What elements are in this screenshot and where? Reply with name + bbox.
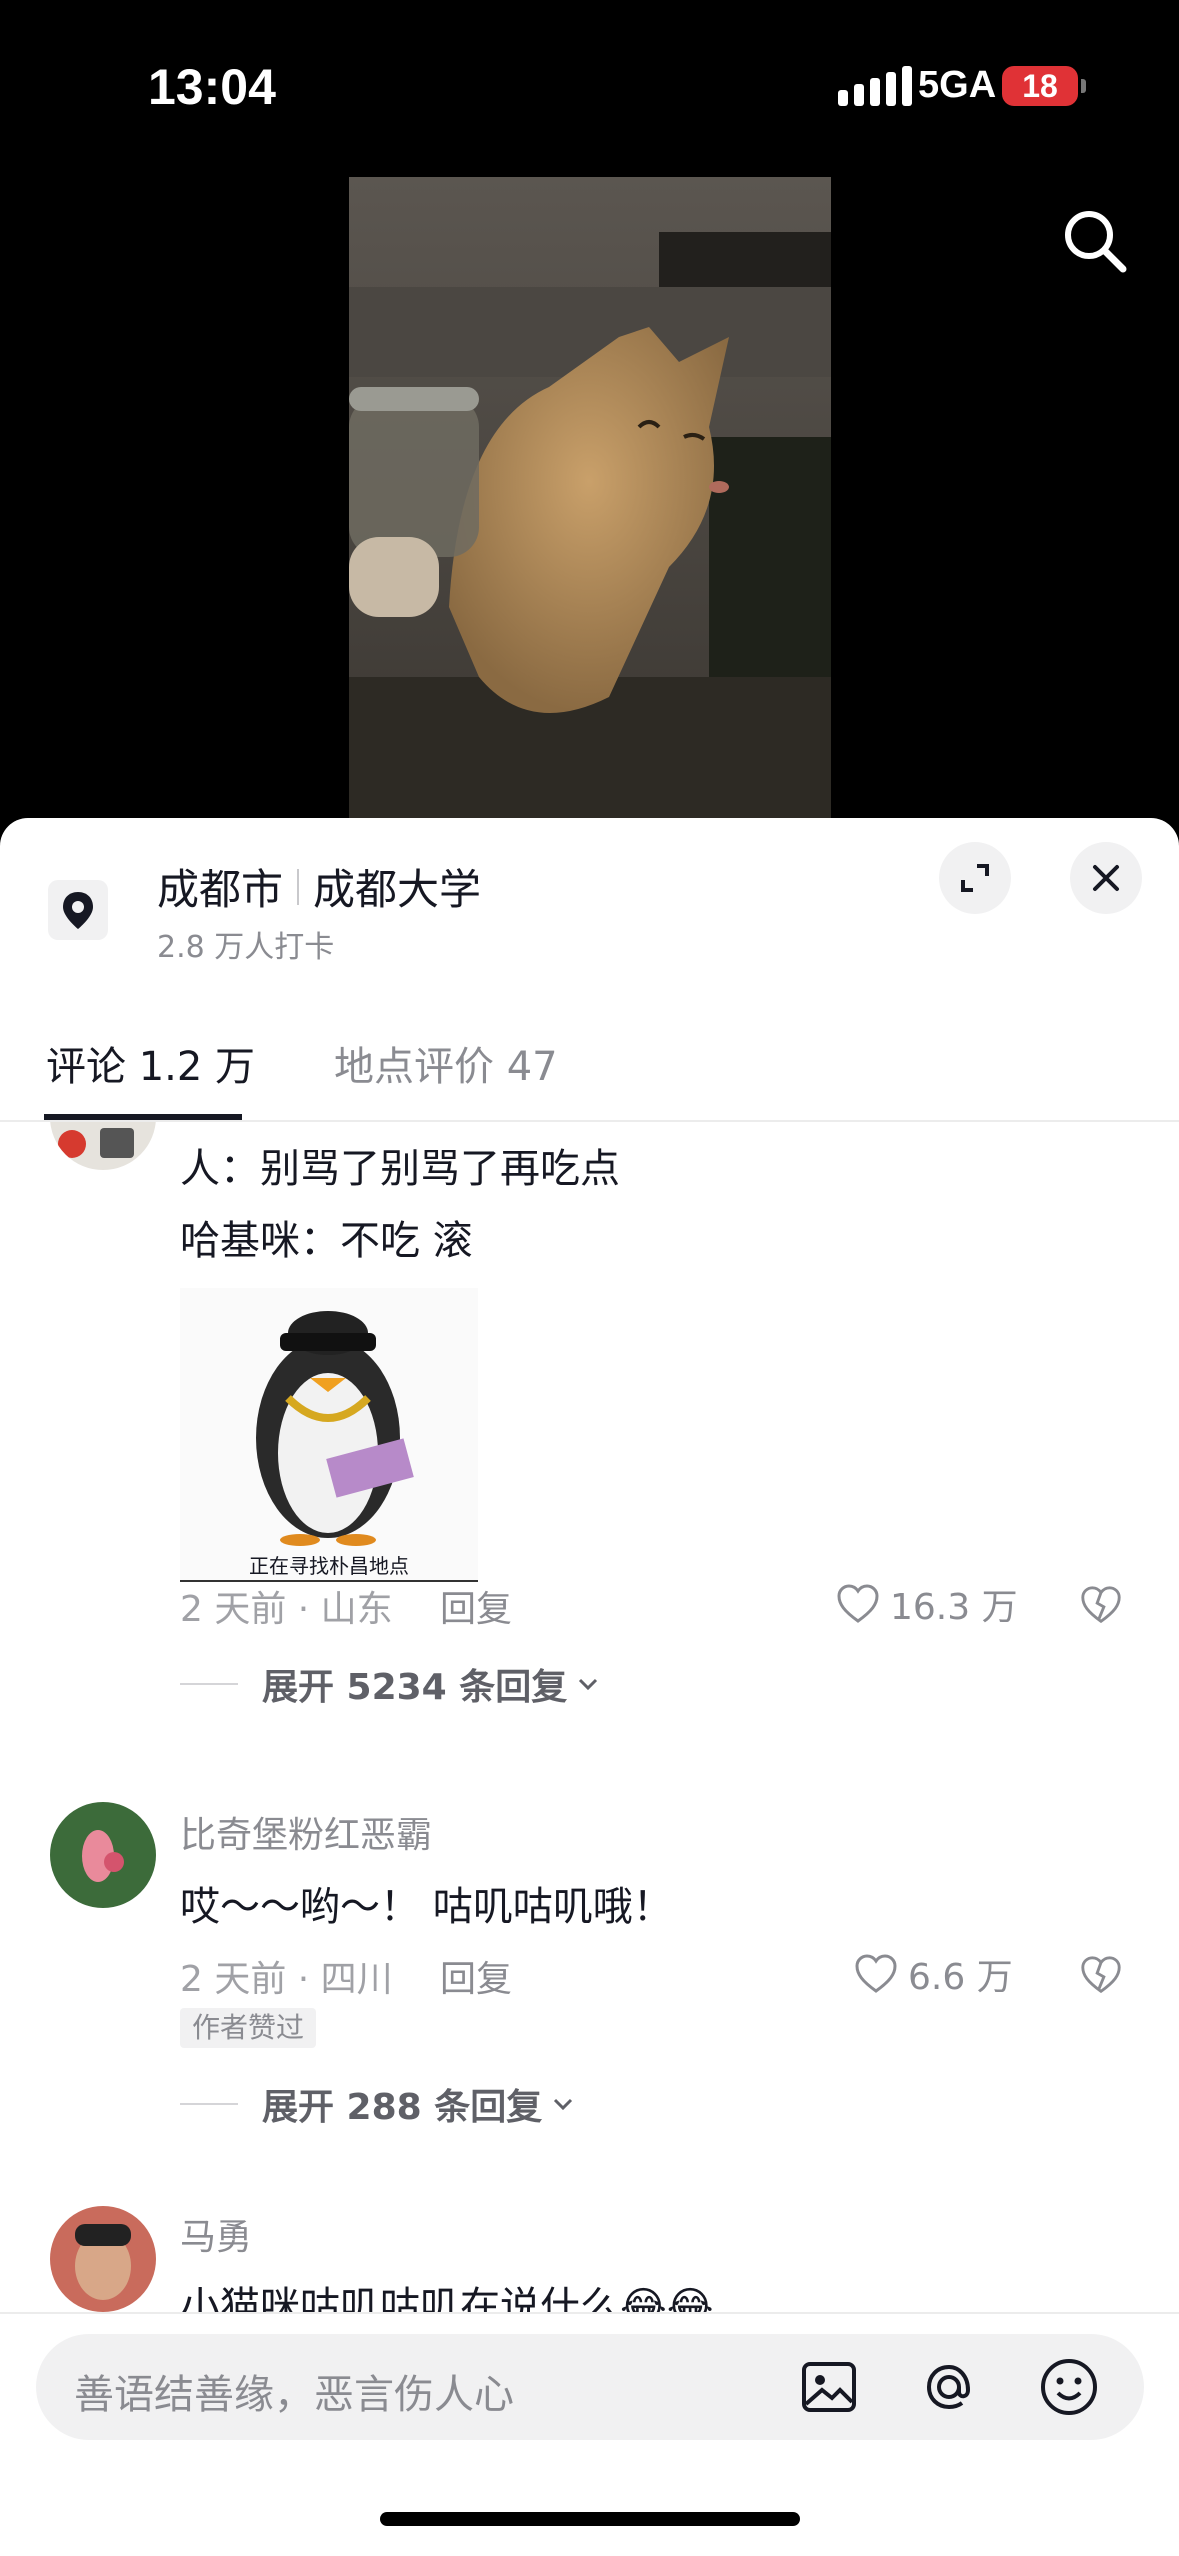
avatar[interactable] bbox=[50, 1122, 156, 1170]
location-title[interactable]: 成都市 成都大学 bbox=[157, 856, 481, 917]
expand-replies[interactable]: 展开 5234 条回复 bbox=[180, 1658, 603, 1710]
divider bbox=[180, 1683, 238, 1685]
heart-icon bbox=[837, 1584, 879, 1623]
location-place: 成都大学 bbox=[313, 865, 482, 914]
expand-button[interactable] bbox=[939, 842, 1011, 914]
comment-input-bar: 善语结善缘，恶言伤人心 bbox=[0, 2312, 1179, 2556]
comment-username[interactable]: 马勇 bbox=[180, 2208, 252, 2260]
comment-username[interactable]: 比奇堡粉红恶霸 bbox=[180, 1806, 432, 1858]
like-count: 6.6 万 bbox=[908, 1957, 1013, 1998]
comment-text: 小猫咪咕叽咕叽在说什么😂😂 bbox=[180, 2284, 714, 2312]
penguin-sticker-image[interactable]: 正在寻找朴昌地点 bbox=[180, 1288, 478, 1582]
chevron-down-icon bbox=[554, 2098, 573, 2111]
reply-button[interactable]: 回复 bbox=[440, 1950, 512, 2002]
location-city: 成都市 bbox=[157, 865, 284, 914]
video-player[interactable] bbox=[349, 177, 831, 818]
tab-bar: 评论 1.2 万 地点评价 47 bbox=[0, 1014, 1179, 1122]
like-button[interactable]: 16.3 万 bbox=[834, 1578, 1018, 1630]
avatar[interactable] bbox=[50, 2206, 156, 2312]
comment-text-line: 人：别骂了别骂了再吃点 bbox=[180, 1146, 620, 1192]
home-indicator[interactable] bbox=[380, 2512, 800, 2526]
close-icon bbox=[1093, 865, 1119, 891]
expand-icon bbox=[961, 864, 989, 892]
comment-input-placeholder: 善语结善缘，恶言伤人心 bbox=[74, 2372, 514, 2418]
emoji-icon[interactable] bbox=[1036, 2354, 1102, 2420]
cat-video-frame bbox=[349, 177, 831, 818]
comment-meta: 2 天前 · 山东 bbox=[180, 1589, 393, 1630]
divider bbox=[297, 868, 300, 905]
broken-heart-icon[interactable] bbox=[1078, 1952, 1124, 1998]
expand-replies-label: 展开 5234 条回复 bbox=[262, 1667, 568, 1708]
divider bbox=[180, 2103, 238, 2105]
location-pin-icon bbox=[48, 880, 108, 940]
network-label: 5GA bbox=[918, 64, 997, 106]
close-button[interactable] bbox=[1070, 842, 1142, 914]
battery-icon: 18 bbox=[1002, 66, 1086, 106]
like-button[interactable]: 6.6 万 bbox=[852, 1948, 1013, 2000]
expand-replies[interactable]: 展开 288 条回复 bbox=[180, 2078, 578, 2130]
expand-replies-label: 展开 288 条回复 bbox=[262, 2087, 543, 2128]
active-tab-indicator bbox=[44, 1114, 242, 1120]
tab-place-reviews[interactable]: 地点评价 47 bbox=[334, 1034, 558, 1092]
battery-level: 18 bbox=[1022, 68, 1058, 104]
like-count: 16.3 万 bbox=[890, 1587, 1018, 1628]
comment-text: 哎～～哟～！ 咕叽咕叽哦！ bbox=[180, 1884, 673, 1930]
comment-list[interactable]: 人：别骂了别骂了再吃点 哈基咪：不吃 滚 正在寻找朴昌地点 2 天前 · 山东 … bbox=[0, 1122, 1179, 2312]
at-icon[interactable] bbox=[916, 2354, 982, 2420]
avatar[interactable] bbox=[50, 1802, 156, 1908]
broken-heart-icon[interactable] bbox=[1078, 1582, 1124, 1628]
tab-comments[interactable]: 评论 1.2 万 bbox=[46, 1034, 255, 1092]
comment-text-line: 哈基咪：不吃 滚 bbox=[180, 1218, 473, 1264]
image-icon[interactable] bbox=[796, 2354, 862, 2420]
heart-icon bbox=[855, 1954, 897, 1993]
status-time: 13:04 bbox=[148, 59, 276, 115]
author-liked-badge: 作者赞过 bbox=[180, 2008, 317, 2048]
status-bar: 13:04 5GA 18 bbox=[0, 0, 1179, 160]
comment-sheet: 成都市 成都大学 2.8 万人打卡 评论 1.2 万 地点评价 47 人：别骂了… bbox=[0, 818, 1179, 2556]
signal-icon bbox=[838, 66, 912, 106]
reply-button[interactable]: 回复 bbox=[440, 1580, 512, 1632]
sticker-caption: 正在寻找朴昌地点 bbox=[249, 1554, 409, 1578]
search-icon[interactable] bbox=[1060, 206, 1130, 276]
comment-meta: 2 天前 · 四川 bbox=[180, 1959, 393, 2000]
chevron-down-icon bbox=[579, 1678, 598, 1691]
checkin-count: 2.8 万人打卡 bbox=[157, 930, 335, 965]
